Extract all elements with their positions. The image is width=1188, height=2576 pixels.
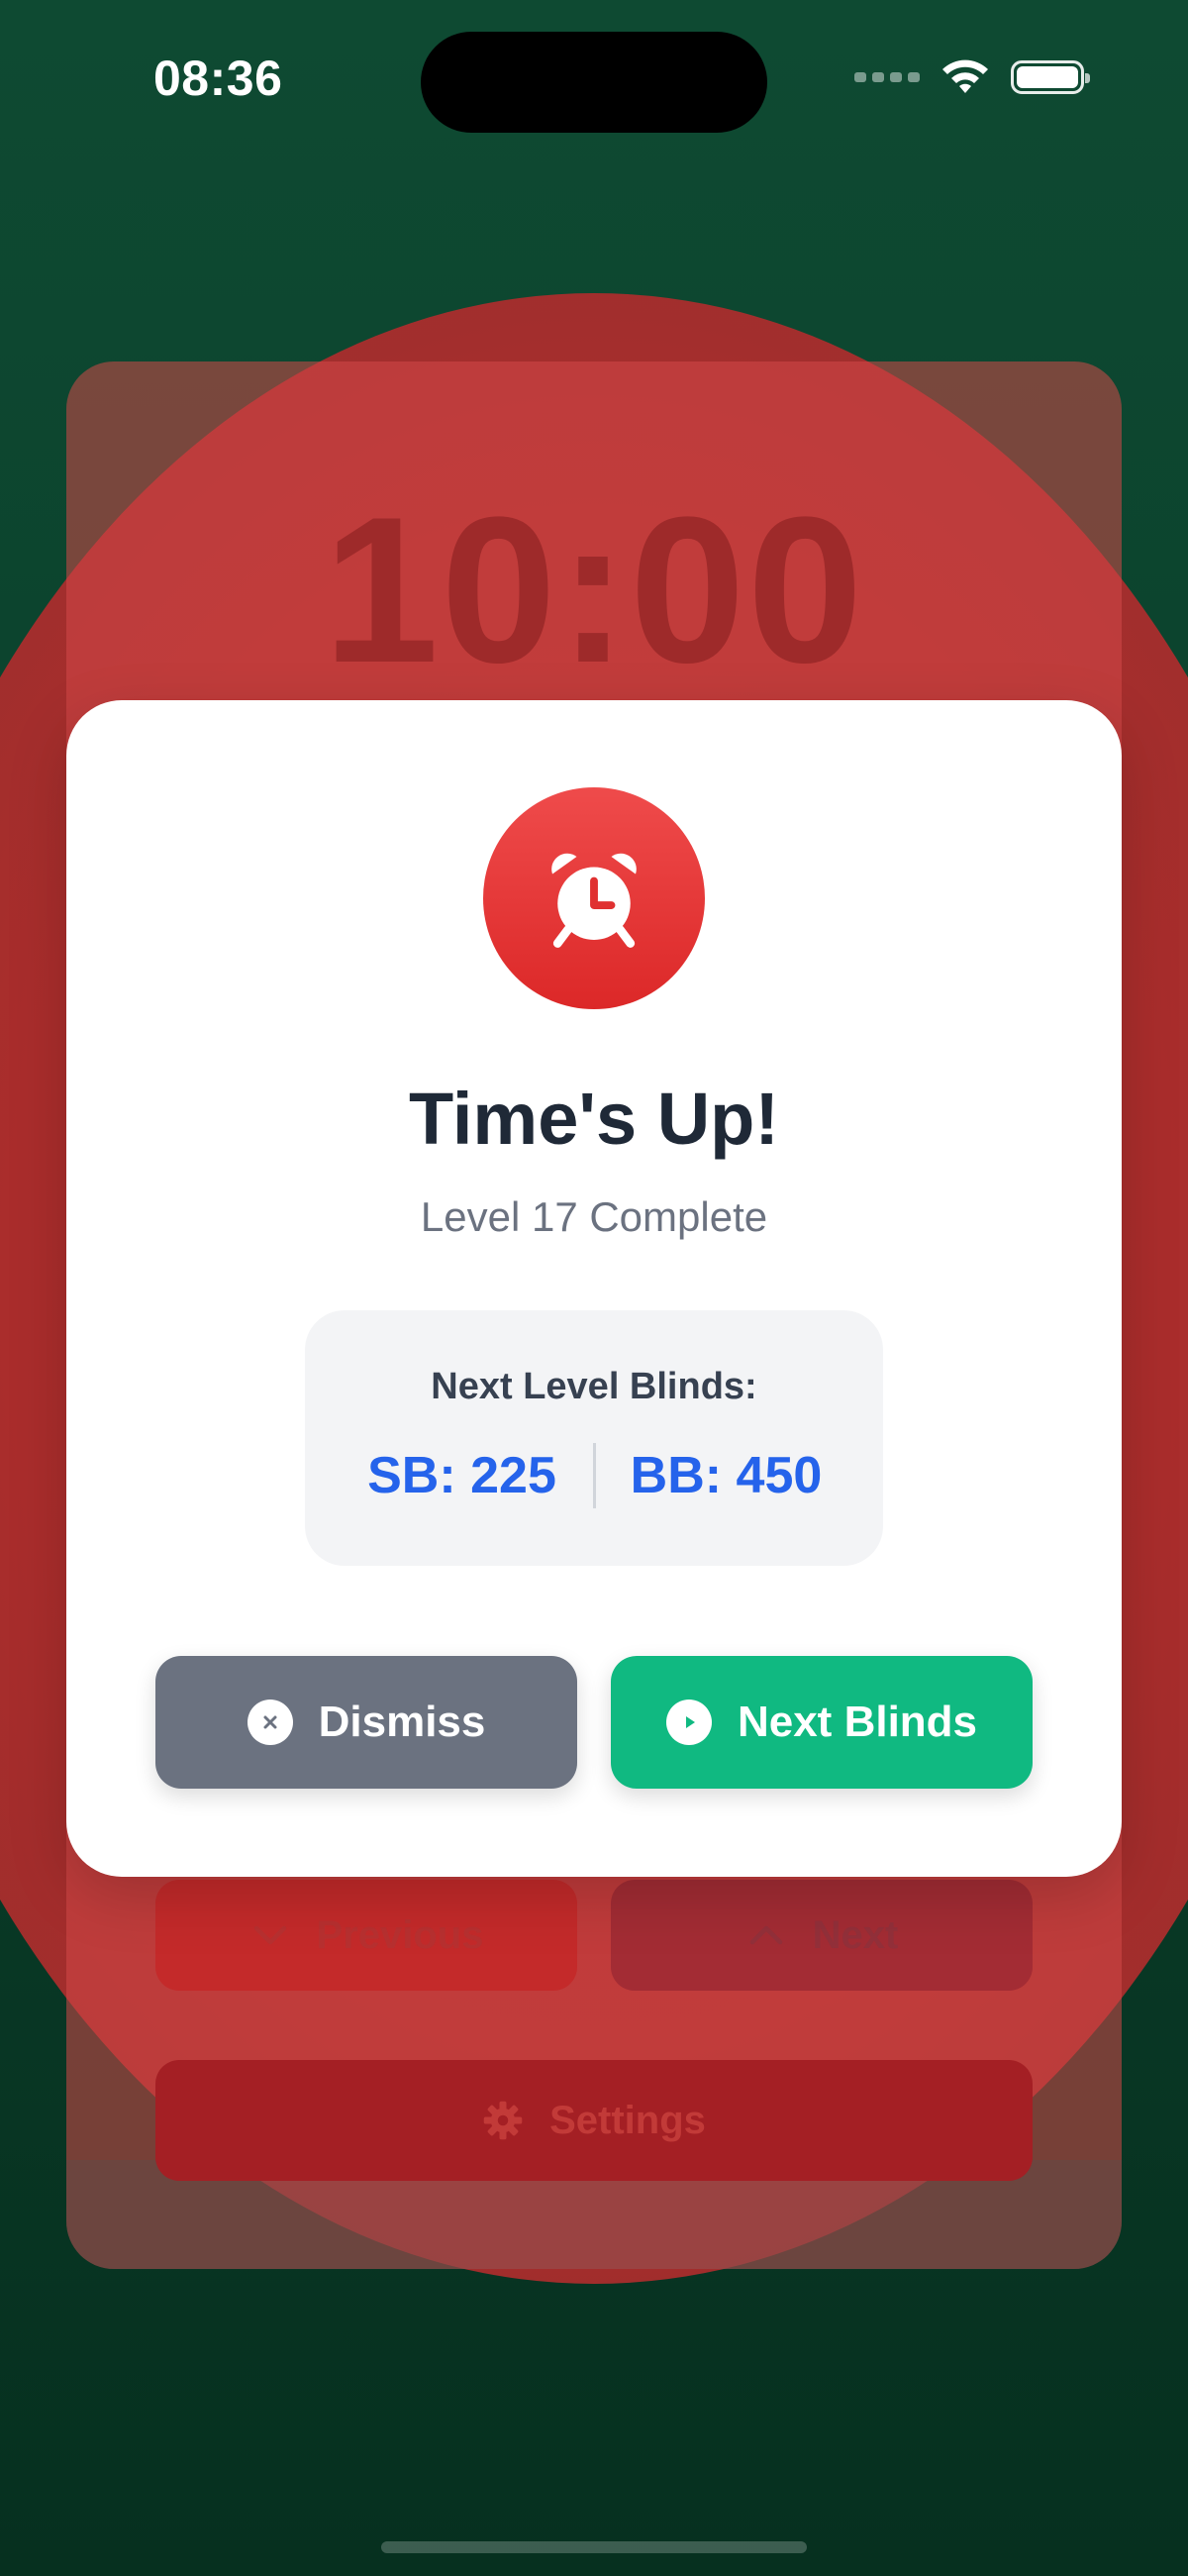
cellular-signal-icon [854,72,920,82]
previous-level-button[interactable]: Previous [155,1880,577,1991]
alarm-badge [483,787,705,1009]
dismiss-button[interactable]: Dismiss [155,1656,577,1789]
close-circle-icon [247,1700,293,1745]
level-complete-text: Level 17 Complete [420,1193,768,1240]
chevron-down-icon [253,1925,286,1945]
previous-label: Previous [316,1912,484,1957]
times-up-modal: Time's Up! Level 17 Complete Next Level … [66,700,1122,1877]
alarm-clock-icon [551,853,637,948]
next-blinds-button[interactable]: Next Blinds [611,1656,1033,1789]
next-blinds-panel: Next Level Blinds: SB: 225 BB: 450 [305,1310,883,1566]
chevron-up-icon [749,1925,782,1945]
app-screen: 08:36 10:00 Previous Next Settings Time'… [0,0,1188,2576]
battery-icon [1011,60,1090,94]
timer-display: 10:00 [323,473,865,706]
blinds-heading: Next Level Blinds: [431,1366,757,1407]
next-level-button[interactable]: Next [611,1880,1033,1991]
next-blinds-label: Next Blinds [737,1698,978,1746]
modal-title: Time's Up! [409,1078,779,1160]
play-circle-icon [665,1700,712,1745]
status-indicators [854,57,1090,97]
home-indicator[interactable] [381,2541,807,2553]
settings-button[interactable]: Settings [155,2060,1033,2181]
settings-label: Settings [549,2098,706,2142]
gear-icon [483,2101,523,2140]
status-time: 08:36 [153,51,283,106]
dismiss-label: Dismiss [318,1698,486,1746]
next-label: Next [812,1912,899,1957]
small-blind-value: SB: 225 [367,1447,556,1504]
wifi-icon [942,59,988,93]
big-blind-value: BB: 450 [630,1447,823,1504]
dynamic-island [421,32,767,133]
blinds-values: SB: 225 BB: 450 [305,1443,883,1508]
